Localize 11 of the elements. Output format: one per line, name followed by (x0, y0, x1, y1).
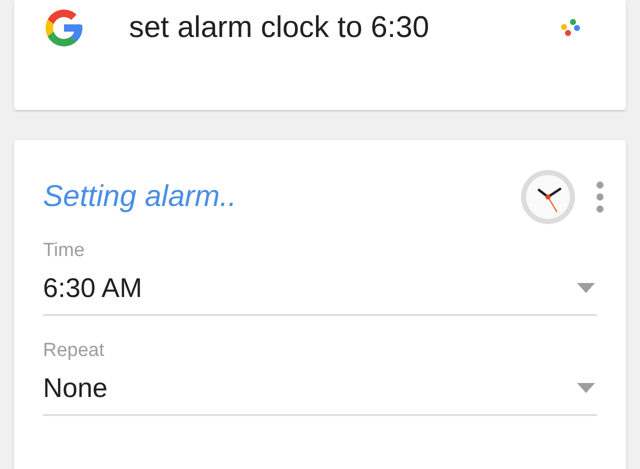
caret-icon (577, 283, 595, 293)
clock-icon (520, 169, 576, 225)
voice-query-text: set alarm clock to 6:30 (129, 11, 430, 45)
dropdown-field[interactable]: None (43, 362, 597, 416)
field-label: Time (43, 240, 86, 262)
dropdown-field[interactable]: 6:30 AM (43, 262, 597, 316)
more-menu-icon[interactable] (596, 181, 604, 213)
caret-icon (577, 383, 595, 393)
assistant-dots-icon[interactable] (560, 18, 580, 38)
field-label: Repeat (43, 340, 106, 362)
setting-alarm-title: Setting alarm.. (43, 180, 238, 214)
